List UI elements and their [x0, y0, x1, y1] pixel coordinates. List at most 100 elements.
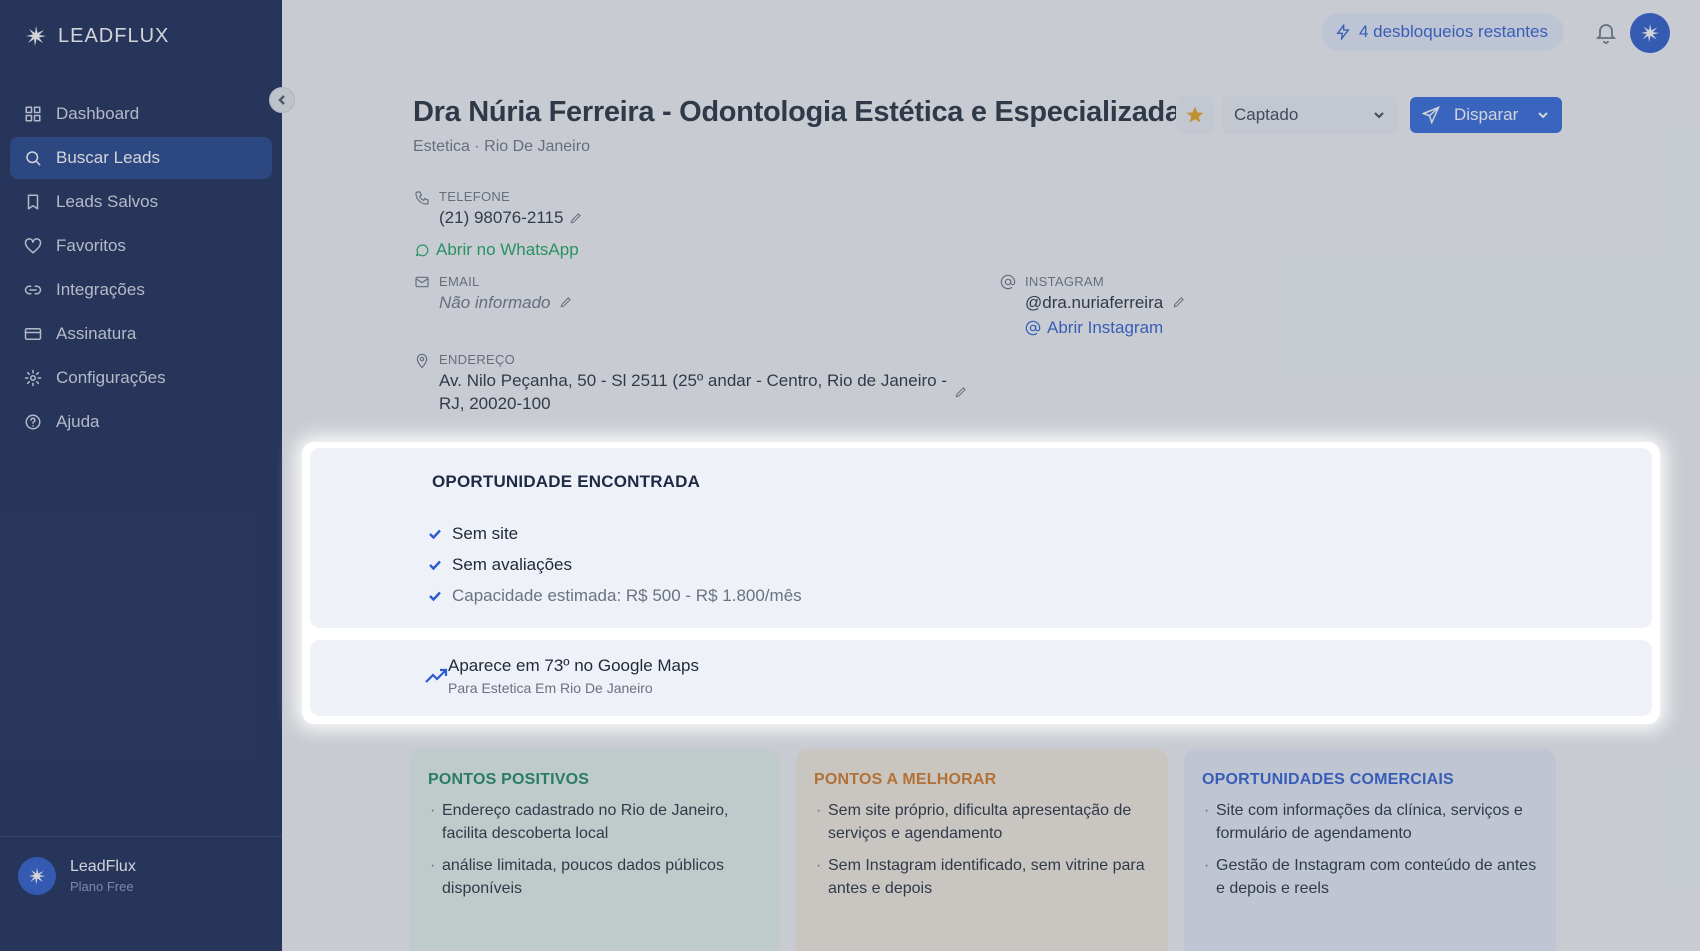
- map-pin-icon: [414, 353, 430, 369]
- sidebar-item-integracoes[interactable]: Integrações: [10, 269, 272, 311]
- list-item: Sem avaliações: [428, 549, 802, 580]
- sidebar: LEADFLUX Dashboard Buscar Leads Leads Sa…: [0, 0, 282, 951]
- sidebar-item-configuracoes[interactable]: Configurações: [10, 357, 272, 399]
- status-value: Captado: [1234, 105, 1299, 124]
- logo-icon: [1640, 23, 1660, 43]
- address-line-1[interactable]: Av. Nilo Peçanha, 50 - Sl 2511 (25º anda…: [439, 371, 947, 391]
- lead-detail: Dra Núria Ferreira - Odontologia Estétic…: [282, 66, 1700, 951]
- bell-icon: [1595, 24, 1617, 44]
- list-item: Gestão de Instagram com conteúdo de ante…: [1202, 854, 1538, 900]
- sidebar-item-label: Buscar Leads: [56, 148, 160, 167]
- topbar: 4 desbloqueios restantes: [282, 0, 1700, 66]
- edit-address-icon[interactable]: [954, 385, 968, 399]
- sidebar-item-label: Configurações: [56, 368, 166, 387]
- address-line-2[interactable]: RJ, 20020-100: [439, 394, 551, 414]
- opportunity-item-label: Sem avaliações: [452, 554, 573, 574]
- collapse-sidebar-button[interactable]: [269, 87, 295, 113]
- list-item: Sem site: [428, 518, 802, 549]
- chat-icon: [415, 244, 429, 257]
- sidebar-item-label: Leads Salvos: [56, 192, 159, 211]
- chevron-left-icon: [278, 95, 285, 105]
- address-label: ENDEREÇO: [439, 352, 516, 367]
- star-icon: [1186, 106, 1204, 123]
- favorite-button[interactable]: [1176, 96, 1214, 134]
- edit-phone-icon[interactable]: [569, 211, 583, 225]
- check-icon: [429, 560, 441, 570]
- sidebar-item-label: Integrações: [56, 280, 145, 299]
- list-item: Endereço cadastrado no Rio de Janeiro, f…: [428, 799, 762, 845]
- brand-logo[interactable]: LEADFLUX: [24, 24, 169, 48]
- search-icon: [26, 151, 41, 166]
- list-item: Capacidade estimada: R$ 500 - R$ 1.800/m…: [428, 580, 802, 611]
- brand-name: LEADFLUX: [58, 24, 170, 47]
- sidebar-item-label: Ajuda: [56, 412, 100, 431]
- email-label: EMAIL: [439, 274, 480, 289]
- maps-rank-title: Aparece em 73º no Google Maps: [448, 656, 699, 675]
- improvement-points-card: PONTOS A MELHORAR Sem site próprio, difi…: [796, 749, 1168, 951]
- logo-icon: [26, 26, 46, 46]
- sidebar-item-leads-salvos[interactable]: Leads Salvos: [10, 181, 272, 223]
- commercial-opportunities-card: OPORTUNIDADES COMERCIAIS Site com inform…: [1184, 749, 1556, 951]
- lead-title: Dra Núria Ferreira - Odontologia Estétic…: [413, 96, 1181, 128]
- heart-icon: [24, 238, 42, 254]
- user-avatar[interactable]: [1630, 13, 1670, 53]
- gear-icon: [24, 369, 42, 387]
- avatar: [18, 857, 56, 895]
- instagram-link[interactable]: Abrir Instagram: [1025, 318, 1163, 338]
- trending-up-icon: [424, 666, 448, 686]
- opportunity-title: OPORTUNIDADE ENCONTRADA: [432, 472, 701, 491]
- sidebar-item-buscar-leads[interactable]: Buscar Leads: [10, 137, 272, 179]
- chevron-down-icon: [1538, 112, 1548, 119]
- edit-instagram-icon[interactable]: [1172, 295, 1186, 309]
- link-icon: [24, 285, 42, 295]
- status-select[interactable]: Captado: [1222, 96, 1398, 134]
- instagram-link-label: Abrir Instagram: [1047, 318, 1164, 337]
- check-icon: [429, 591, 441, 601]
- instagram-label: INSTAGRAM: [1025, 274, 1105, 289]
- phone-label: TELEFONE: [439, 189, 511, 204]
- positive-points-title: PONTOS POSITIVOS: [428, 771, 590, 788]
- positive-points-card: PONTOS POSITIVOS Endereço cadastrado no …: [410, 749, 780, 951]
- list-item: Sem site próprio, dificulta apresentação…: [814, 799, 1150, 845]
- mail-icon: [414, 274, 430, 290]
- sidebar-item-assinatura[interactable]: Assinatura: [10, 313, 272, 355]
- unlocks-label: 4 desbloqueios restantes: [1358, 22, 1548, 41]
- lightning-icon: [1336, 24, 1350, 40]
- commercial-opportunities-title: OPORTUNIDADES COMERCIAIS: [1202, 771, 1454, 788]
- instagram-value[interactable]: @dra.nuriaferreira: [1025, 293, 1163, 313]
- list-item: análise limitada, poucos dados públicos …: [428, 854, 762, 900]
- sidebar-item-favoritos[interactable]: Favoritos: [10, 225, 272, 267]
- opportunity-card: OPORTUNIDADE ENCONTRADA Sem site Sem ava…: [310, 448, 1652, 628]
- notifications-button[interactable]: [1594, 20, 1618, 44]
- sidebar-nav: Dashboard Buscar Leads Leads Salvos Favo…: [10, 93, 272, 445]
- sidebar-item-dashboard[interactable]: Dashboard: [10, 93, 272, 135]
- maps-rank-card: Aparece em 73º no Google Maps Para Estet…: [310, 640, 1652, 716]
- logo-icon: [28, 867, 46, 885]
- send-label: Disparar: [1454, 105, 1519, 124]
- maps-rank-subtitle: Para Estetica Em Rio De Janeiro: [448, 680, 653, 696]
- opportunity-list: Sem site Sem avaliações Capacidade estim…: [428, 518, 802, 611]
- phone-value[interactable]: (21) 98076-2115: [439, 208, 563, 228]
- at-sign-icon: [1000, 274, 1016, 290]
- phone-icon: [414, 190, 430, 206]
- grid-icon: [25, 106, 41, 122]
- list-item: Sem Instagram identificado, sem vitrine …: [814, 854, 1150, 900]
- edit-email-icon[interactable]: [559, 295, 573, 309]
- account-footer[interactable]: LeadFlux Plano Free: [0, 836, 282, 915]
- unlocks-badge[interactable]: 4 desbloqueios restantes: [1320, 13, 1564, 51]
- sidebar-item-label: Favoritos: [56, 236, 126, 255]
- at-sign-icon: [1025, 320, 1041, 336]
- chevron-down-icon: [1374, 112, 1384, 119]
- account-name: LeadFlux: [70, 858, 136, 875]
- improvement-points-title: PONTOS A MELHORAR: [814, 771, 997, 788]
- list-item: Site com informações da clínica, serviço…: [1202, 799, 1538, 845]
- send-button[interactable]: Disparar: [1410, 97, 1562, 133]
- bookmark-icon: [27, 194, 39, 210]
- sidebar-item-label: Dashboard: [56, 104, 140, 123]
- whatsapp-link[interactable]: Abrir no WhatsApp: [414, 240, 579, 260]
- sidebar-item-label: Assinatura: [56, 324, 137, 343]
- email-value[interactable]: Não informado: [439, 293, 551, 313]
- whatsapp-link-label: Abrir no WhatsApp: [436, 240, 579, 259]
- help-icon: [25, 414, 41, 430]
- sidebar-item-ajuda[interactable]: Ajuda: [10, 401, 272, 443]
